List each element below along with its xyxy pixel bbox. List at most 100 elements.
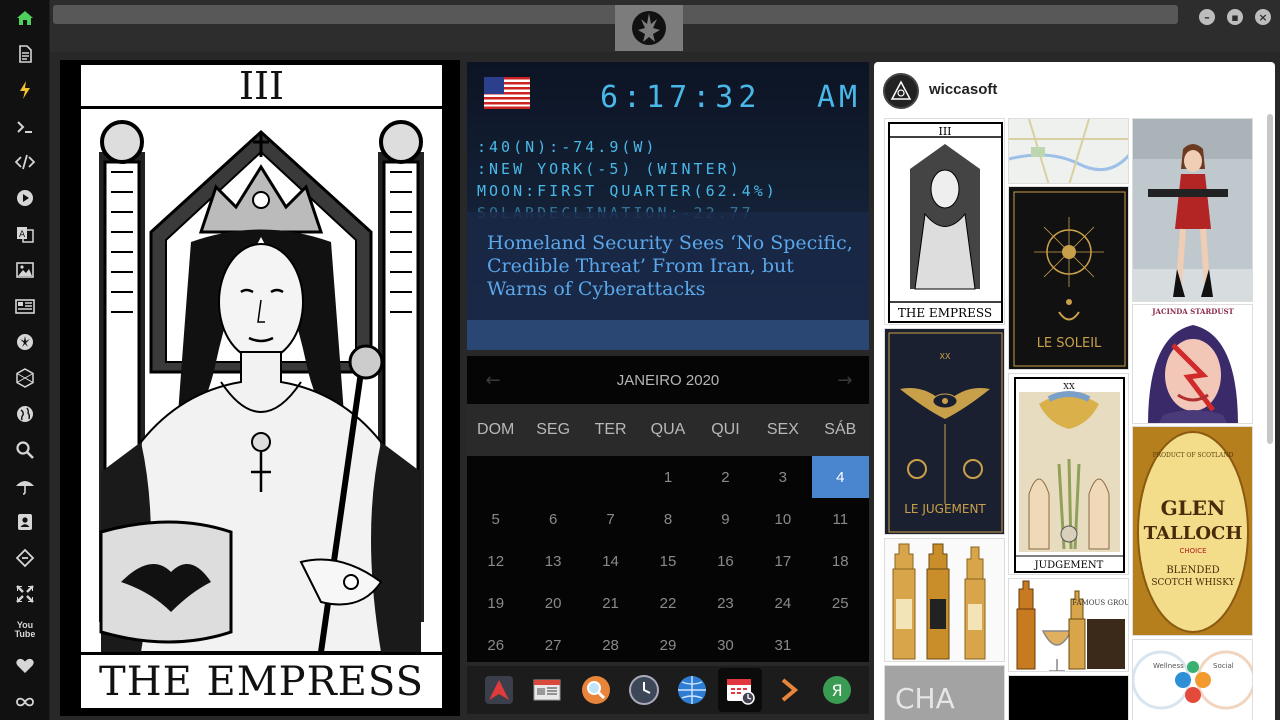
play-icon[interactable] xyxy=(10,185,40,211)
calendar-day[interactable]: 2 xyxy=(697,456,754,498)
post-empress-number: III xyxy=(938,125,951,138)
post-dark[interactable] xyxy=(1008,675,1129,720)
expand-icon[interactable] xyxy=(10,581,40,607)
calendar-day[interactable]: 26 xyxy=(467,624,524,666)
youtube-icon-text: You Tube xyxy=(14,620,36,639)
calendar-day[interactable]: 21 xyxy=(582,582,639,624)
calendar-day[interactable]: 16 xyxy=(697,540,754,582)
post-soleil-title: LE SOLEIL xyxy=(1037,336,1102,351)
rebel-icon[interactable] xyxy=(10,329,40,355)
clock-icon[interactable] xyxy=(622,668,666,712)
maximize-button[interactable]: ▪ xyxy=(1227,9,1243,25)
calendar-day[interactable]: 14 xyxy=(582,540,639,582)
post-whisky-type-1: BLENDED xyxy=(1166,565,1219,576)
link-icon[interactable] xyxy=(10,545,40,571)
post-whisky-bottles[interactable] xyxy=(884,538,1005,662)
globe-icon[interactable] xyxy=(670,668,714,712)
post-empress[interactable]: III THE EMPRESS xyxy=(884,118,1005,325)
avatar[interactable] xyxy=(883,73,919,109)
post-le-jugement[interactable]: XX LE JUGEMENT xyxy=(884,328,1005,535)
umbrella-icon[interactable] xyxy=(10,473,40,499)
post-jacinda-stardust[interactable]: JACINDA STARDUST xyxy=(1132,304,1253,424)
calendar-day[interactable]: 6 xyxy=(524,498,581,540)
app-dock: Я xyxy=(467,666,869,714)
calendar-day[interactable]: 29 xyxy=(639,624,696,666)
post-glen-talloch[interactable]: PRODUCT OF SCOTLAND GLEN TALLOCH CHOICE … xyxy=(1132,426,1253,636)
calendar-day[interactable]: 30 xyxy=(697,624,754,666)
calendar-day[interactable]: 13 xyxy=(524,540,581,582)
terminal-icon[interactable] xyxy=(10,114,40,140)
calendar-day-today[interactable]: 4 xyxy=(811,456,869,498)
calendar-day[interactable]: 28 xyxy=(582,624,639,666)
post-famous-grouse[interactable]: FAMOUS GROUSE xyxy=(1008,578,1129,672)
post-judgement-number: XX xyxy=(1063,382,1075,391)
post-judgement[interactable]: XX JUDGEMENT xyxy=(1008,373,1129,575)
rebel-logo-tab[interactable] xyxy=(615,5,683,51)
post-wellness[interactable]: Wellness Social xyxy=(1132,639,1253,720)
image-icon[interactable] xyxy=(10,257,40,283)
calendar-day[interactable]: 10 xyxy=(754,498,811,540)
translate-icon[interactable]: A xyxy=(10,221,40,247)
calendar-month-title: JANEIRO 2020 xyxy=(616,371,720,389)
calendar-day[interactable]: 31 xyxy=(754,624,811,666)
post-whisky-top: PRODUCT OF SCOTLAND xyxy=(1153,452,1234,459)
minimize-button[interactable]: – xyxy=(1199,9,1215,25)
calendar-day[interactable]: 11 xyxy=(812,498,869,540)
arch-icon[interactable] xyxy=(477,668,521,712)
clock-ampm: AM xyxy=(817,80,862,115)
magnifier-icon[interactable] xyxy=(574,668,618,712)
calendar-day[interactable]: 17 xyxy=(754,540,811,582)
news-ticker[interactable]: Homeland Security Sees ‘No Specific, Cre… xyxy=(467,212,869,320)
post-jugement-title: LE JUGEMENT xyxy=(904,502,986,516)
calendar-next-button[interactable]: → xyxy=(833,368,857,392)
calendar-day[interactable]: 15 xyxy=(639,540,696,582)
news-reader-icon[interactable] xyxy=(525,668,569,712)
calendar-day[interactable]: 24 xyxy=(754,582,811,624)
calendar-day[interactable]: 12 xyxy=(467,540,524,582)
code-icon[interactable] xyxy=(10,149,40,175)
lightning-icon[interactable] xyxy=(10,77,40,103)
calendar-icon[interactable] xyxy=(718,668,763,712)
sidebar: A You Tube xyxy=(0,0,50,720)
calendar-day[interactable]: 20 xyxy=(524,582,581,624)
instagram-username[interactable]: wiccasoft xyxy=(929,81,997,98)
infinity-icon[interactable] xyxy=(10,689,40,715)
post-map[interactable] xyxy=(1008,118,1129,184)
forward-icon[interactable] xyxy=(767,668,811,712)
calendar-day[interactable]: 1 xyxy=(639,456,696,498)
document-icon[interactable] xyxy=(10,41,40,67)
yandex-icon[interactable]: Я xyxy=(815,668,859,712)
calendar-day[interactable]: 22 xyxy=(639,582,696,624)
hexagon-icon[interactable] xyxy=(10,365,40,391)
calendar-day[interactable]: 19 xyxy=(467,582,524,624)
post-le-soleil[interactable]: LE SOLEIL xyxy=(1008,186,1129,370)
calendar-day[interactable]: 8 xyxy=(639,498,696,540)
instagram-scrollbar[interactable] xyxy=(1267,114,1273,444)
close-button[interactable]: × xyxy=(1255,9,1271,25)
calendar-day[interactable]: 9 xyxy=(697,498,754,540)
contact-icon[interactable] xyxy=(10,509,40,535)
post-chanel-text: CHA xyxy=(895,682,955,715)
search-icon[interactable] xyxy=(10,437,40,463)
calendar-weekday-2: TER xyxy=(594,421,627,438)
globe-icon[interactable] xyxy=(10,401,40,427)
post-chanel[interactable]: CHA xyxy=(884,665,1005,720)
calendar-day[interactable]: 25 xyxy=(812,582,869,624)
heart-icon[interactable] xyxy=(10,653,40,679)
clock-time: 6:17:32 xyxy=(600,80,762,115)
calendar-day[interactable]: 23 xyxy=(697,582,754,624)
calendar-weekday-5: SEX xyxy=(766,421,799,438)
calendar-day[interactable]: 7 xyxy=(582,498,639,540)
news-icon[interactable] xyxy=(10,293,40,319)
calendar-day[interactable]: 18 xyxy=(812,540,869,582)
clock-widget: 6:17:32 AM :40(N):-74.9(W) :NEW YORK(-5)… xyxy=(467,62,869,350)
home-icon[interactable] xyxy=(10,5,40,31)
calendar-day[interactable]: 5 xyxy=(467,498,524,540)
svg-text:A: A xyxy=(19,230,26,240)
youtube-icon[interactable]: You Tube xyxy=(10,617,40,643)
news-headline[interactable]: Homeland Security Sees ‘No Specific, Cre… xyxy=(487,232,857,301)
tarot-card: III THE EMPRESS xyxy=(79,63,444,710)
calendar-day[interactable]: 27 xyxy=(524,624,581,666)
calendar-day[interactable]: 3 xyxy=(754,456,811,498)
post-resident-evil[interactable] xyxy=(1132,118,1253,302)
